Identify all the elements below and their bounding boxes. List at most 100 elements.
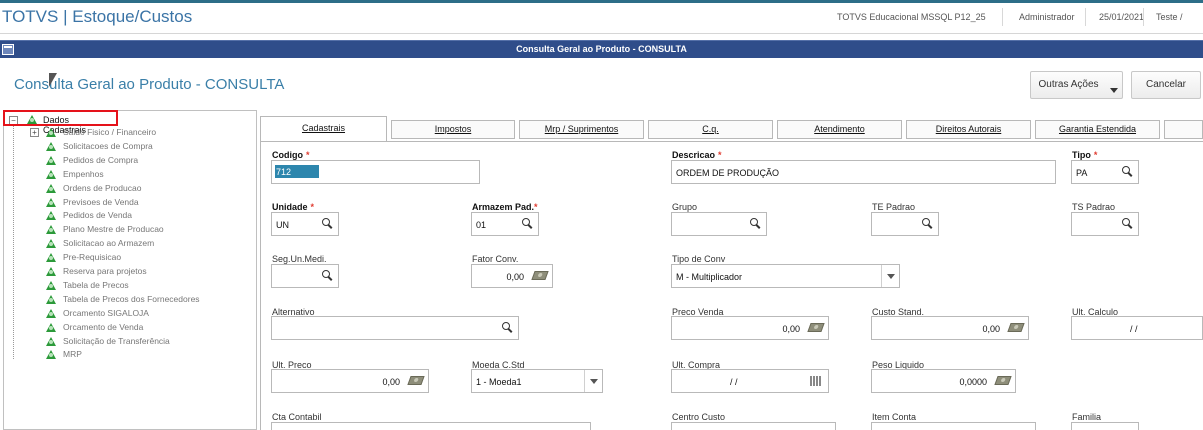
calculator-icon[interactable] [1007, 323, 1025, 332]
te-padrao-label: TE Padrao [872, 202, 916, 212]
tab-atendimento[interactable]: Atendimento [777, 120, 902, 139]
window-titlebar: Consulta Geral ao Produto - CONSULTA [0, 40, 1203, 58]
ult-compra-field[interactable]: / / [671, 369, 829, 393]
chevron-down-icon[interactable] [881, 265, 899, 287]
mouse-cursor-icon [49, 73, 57, 87]
descricao-field[interactable]: ORDEM DE PRODUÇÃO [671, 160, 1056, 184]
company-label[interactable]: Teste / [1156, 12, 1183, 22]
folder-triangle-icon [46, 128, 56, 137]
calculator-icon[interactable] [531, 271, 549, 280]
tab-cadastrais[interactable]: Cadastrais [260, 116, 387, 141]
tab-c-q-[interactable]: C.q. [648, 120, 773, 139]
search-icon[interactable] [322, 270, 332, 280]
familia-label: Familia [1072, 412, 1102, 422]
user-label[interactable]: Administrador [1019, 12, 1075, 22]
calculator-icon[interactable] [994, 376, 1012, 385]
tree-item-label: Tabela de Precos dos Fornecedores [63, 293, 200, 304]
tree-item-label: Orcamento de Venda [63, 321, 144, 332]
expand-icon[interactable]: + [30, 128, 39, 137]
tree-item-label: Pre-Requisicao [63, 252, 122, 263]
date-label: 25/01/2021 [1099, 12, 1145, 22]
tree-item-label: MRP [63, 349, 82, 360]
accent-bar [0, 0, 1203, 3]
tree-item-label: Plano Mestre de Producao [63, 224, 164, 235]
calculator-icon[interactable] [407, 376, 425, 385]
divider [1143, 8, 1144, 26]
armazem-field[interactable]: 01 [471, 212, 539, 236]
folder-triangle-icon [46, 225, 56, 235]
folder-triangle-icon [46, 183, 56, 193]
divider [1085, 8, 1086, 26]
folder-triangle-icon [46, 155, 56, 165]
seg-un-field[interactable] [271, 264, 339, 288]
tab-direitos-autorais[interactable]: Direitos Autorais [906, 120, 1031, 139]
tree-item-label: Pedidos de Venda [63, 210, 133, 221]
grupo-field[interactable] [671, 212, 767, 236]
tree-item-label: Solicitacao ao Armazem [63, 238, 155, 249]
descricao-label: Descricao * [672, 150, 722, 160]
cta-contabil-field[interactable] [271, 422, 591, 430]
moeda-select[interactable]: 1 - Moeda1 [471, 369, 603, 393]
ult-calculo-field[interactable]: / / [1071, 316, 1203, 340]
search-icon[interactable] [322, 218, 332, 228]
calculator-icon[interactable] [807, 323, 825, 332]
tipo-field[interactable]: PA [1071, 160, 1139, 184]
tipo-conv-select[interactable]: M - Multiplicador [671, 264, 900, 288]
folder-triangle-icon [46, 280, 56, 290]
armazem-label: Armazem Pad.* [472, 202, 538, 212]
folder-triangle-icon [46, 141, 56, 151]
codigo-field[interactable]: 712 [271, 160, 480, 184]
ts-padrao-field[interactable] [1071, 212, 1139, 236]
chevron-down-icon[interactable] [584, 370, 602, 392]
peso-liquido-field[interactable]: 0,0000 [871, 369, 1016, 393]
search-icon[interactable] [1122, 218, 1132, 228]
other-actions-button[interactable]: Outras Ações [1030, 71, 1123, 99]
search-icon[interactable] [1122, 166, 1132, 176]
calendar-icon[interactable] [810, 376, 822, 386]
environment-label: TOTVS Educacional MSSQL P12_25 [837, 12, 986, 22]
alternativo-field[interactable] [271, 316, 519, 340]
item-conta-field[interactable] [871, 422, 1036, 430]
codigo-label: Codigo * [272, 150, 310, 160]
tipo-label: Tipo * [1072, 150, 1098, 160]
tree-item-label: Empenhos [63, 168, 104, 179]
tab-overflow[interactable] [1164, 120, 1203, 139]
tree-item-label: Tabela de Precos [63, 279, 129, 290]
search-icon[interactable] [922, 218, 932, 228]
tree-line [13, 125, 14, 359]
tipo-conv-label: Tipo de Conv [672, 254, 726, 264]
folder-triangle-icon [46, 267, 56, 276]
tree-item-label: Solicitacoes de Compra [63, 140, 153, 151]
ts-padrao-label: TS Padrao [1072, 202, 1116, 212]
folder-triangle-icon [46, 239, 56, 249]
preco-venda-field[interactable]: 0,00 [671, 316, 829, 340]
familia-field[interactable] [1071, 422, 1139, 430]
fator-conv-field[interactable]: 0,00 [471, 264, 553, 288]
ult-preco-field[interactable]: 0,00 [271, 369, 429, 393]
tree-item-label: Solicitação de Transferência [63, 335, 170, 346]
te-padrao-field[interactable] [871, 212, 939, 236]
search-icon[interactable] [502, 322, 512, 332]
search-icon[interactable] [750, 218, 760, 228]
search-icon[interactable] [522, 218, 532, 228]
app-header: TOTVS | Estoque/Custos TOTVS Educacional… [0, 0, 1203, 34]
tab-mrp-suprimentos[interactable]: Mrp / Suprimentos [519, 120, 644, 139]
custo-stand-field[interactable]: 0,00 [871, 316, 1029, 340]
tab-impostos[interactable]: Impostos [391, 120, 515, 139]
app-title: TOTVS | Estoque/Custos [2, 7, 193, 26]
tree-item-label: Orcamento SIGALOJA [63, 307, 149, 318]
chevron-down-icon [1110, 88, 1118, 93]
folder-triangle-icon [46, 322, 56, 332]
unidade-field[interactable]: UN [271, 212, 339, 236]
folder-triangle-icon [46, 308, 56, 318]
fator-conv-label: Fator Conv. [472, 254, 519, 264]
grupo-label: Grupo [672, 202, 698, 212]
cta-contabil-label: Cta Contabil [272, 412, 322, 422]
unidade-label: Unidade * [272, 202, 315, 212]
cancel-button[interactable]: Cancelar [1131, 71, 1201, 99]
tab-bar: Cadastrais Impostos Mrp / Suprimentos C.q. A… [260, 116, 1203, 141]
tab-garantia-estendida[interactable]: Garantia Estendida [1035, 120, 1160, 139]
centro-custo-field[interactable] [671, 422, 836, 430]
centro-custo-label: Centro Custo [672, 412, 726, 422]
folder-triangle-icon [46, 197, 56, 207]
